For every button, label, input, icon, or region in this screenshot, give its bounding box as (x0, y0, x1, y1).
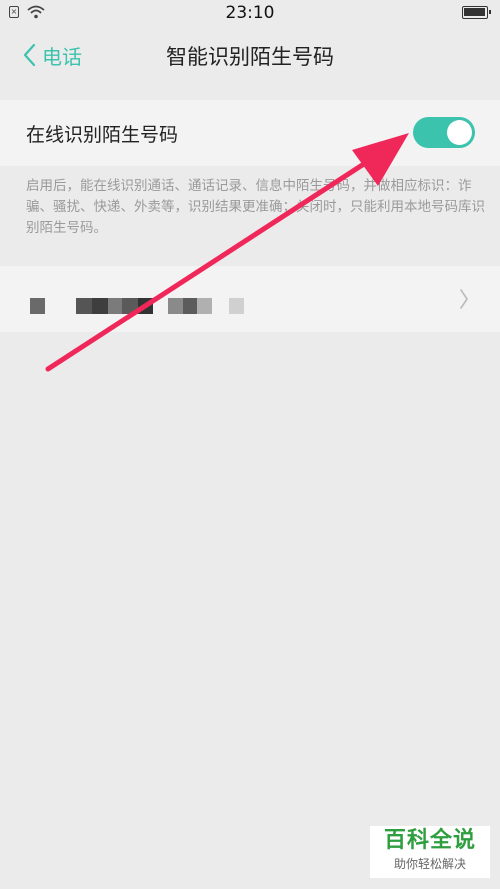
online-identify-description: 启用后，能在线识别通话、通话记录、信息中陌生号码，并做相应标识：诈骗、骚扰、快递… (26, 178, 485, 236)
toggle-knob (447, 120, 472, 145)
masked-number-text (30, 298, 250, 314)
header: 电话 智能识别陌生号码 (0, 28, 500, 82)
battery-icon (462, 6, 491, 19)
pixel-block (229, 298, 244, 314)
pixel-block (168, 298, 183, 314)
pixel-block (183, 298, 197, 314)
online-identify-toggle[interactable] (413, 117, 475, 148)
page-title: 智能识别陌生号码 (166, 45, 334, 69)
watermark-brand: 百科全说 (383, 828, 476, 853)
pixel-block (108, 298, 122, 314)
status-time: 23:10 (225, 3, 275, 23)
pixel-block (76, 298, 92, 314)
pixel-block (138, 298, 153, 314)
watermark-logo: 百科全说 助你轻松解决 (370, 826, 490, 878)
pixel-block (197, 298, 212, 314)
chevron-right-icon (460, 289, 468, 309)
pixel-block (30, 298, 45, 314)
online-identify-label: 在线识别陌生号码 (26, 124, 179, 146)
status-bar: × 23:10 (0, 0, 500, 28)
pixel-block (92, 298, 108, 314)
pixel-block (122, 298, 138, 314)
watermark-slogan: 助你轻松解决 (393, 857, 466, 871)
